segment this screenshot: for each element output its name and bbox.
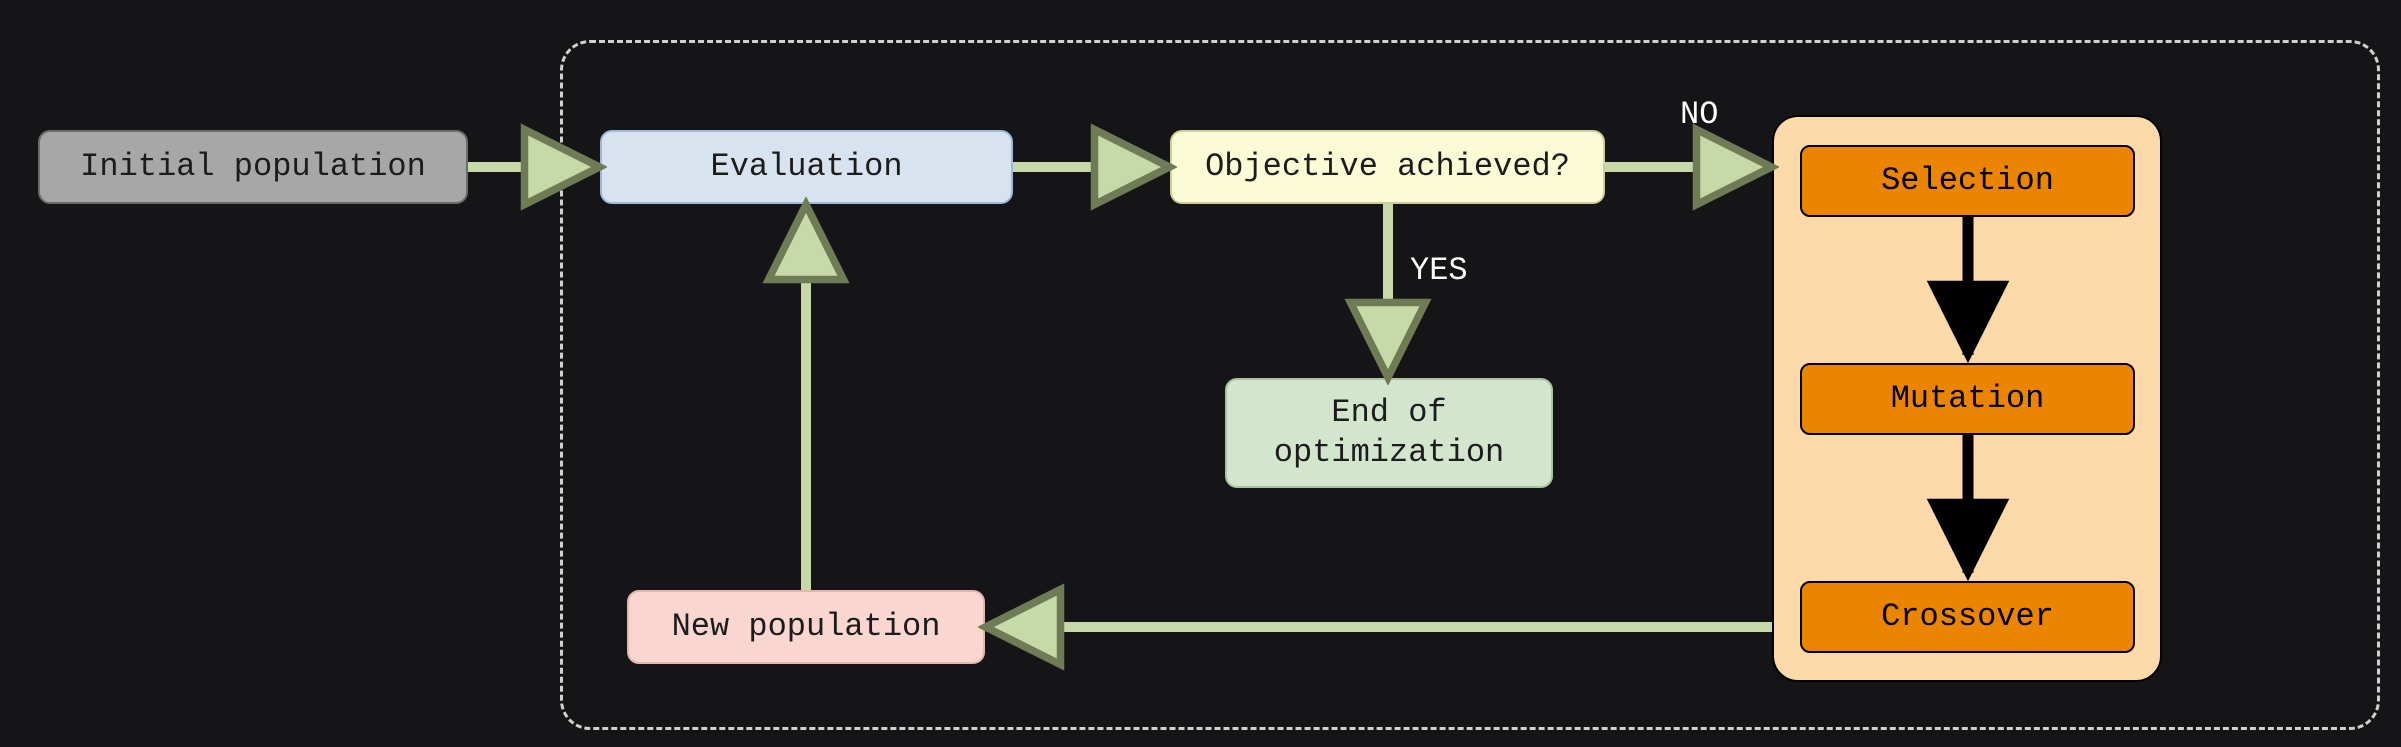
node-end: End of optimization (1225, 378, 1553, 488)
node-mutation: Mutation (1800, 363, 2135, 435)
node-evaluation: Evaluation (600, 130, 1013, 204)
label-yes: YES (1410, 252, 1468, 289)
node-objective: Objective achieved? (1170, 130, 1605, 204)
label-no: NO (1680, 96, 1718, 133)
node-selection: Selection (1800, 145, 2135, 217)
node-initial-population: Initial population (38, 130, 468, 204)
node-new-population: New population (627, 590, 985, 664)
node-crossover: Crossover (1800, 581, 2135, 653)
